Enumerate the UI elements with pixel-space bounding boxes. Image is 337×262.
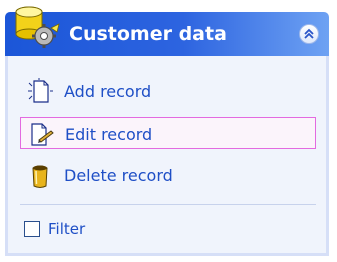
database-gear-icon (15, 6, 60, 48)
trash-bin-icon (32, 165, 48, 188)
edit-record-label: Edit record (65, 125, 153, 144)
filter-checkbox-row[interactable]: Filter (24, 219, 224, 239)
panel-body: Add record Edit record Delete record Fil… (5, 56, 329, 256)
edit-record-link[interactable]: Edit record (20, 117, 316, 149)
divider (20, 204, 316, 205)
edit-document-icon (31, 123, 54, 146)
add-record-label: Add record (64, 82, 152, 101)
delete-record-link[interactable]: Delete record (20, 159, 316, 191)
panel-title: Customer data (69, 23, 227, 45)
delete-record-label: Delete record (64, 166, 173, 185)
task-panel: Customer data Add record Edit record Del… (5, 2, 332, 257)
add-record-link[interactable]: Add record (20, 75, 316, 107)
double-chevron-up-icon (304, 28, 314, 39)
filter-checkbox[interactable] (24, 221, 40, 237)
task-list: Add record Edit record Delete record Fil… (8, 56, 326, 253)
new-document-icon (28, 78, 53, 103)
collapse-button[interactable] (299, 24, 319, 44)
filter-label: Filter (48, 220, 86, 238)
